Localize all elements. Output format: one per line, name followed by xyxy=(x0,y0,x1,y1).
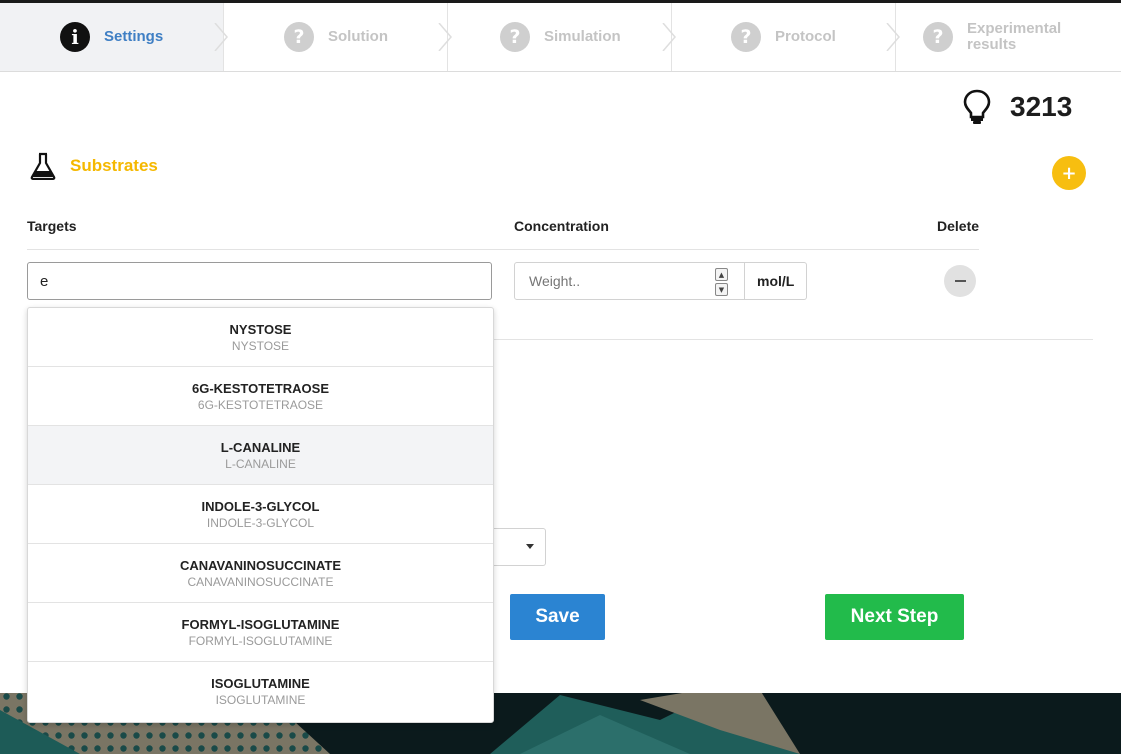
score-counter: 3213 xyxy=(962,88,1072,126)
dropdown-option[interactable]: CANAVANINOSUCCINATE CANAVANINOSUCCINATE xyxy=(28,544,493,603)
next-step-button[interactable]: Next Step xyxy=(825,594,964,640)
step-label: Settings xyxy=(104,28,164,45)
targets-column-header: Targets xyxy=(27,218,77,234)
lightbulb-icon xyxy=(963,89,991,124)
add-substrate-button[interactable]: + xyxy=(1052,156,1086,190)
option-name: 6G-KESTOTETRAOSE xyxy=(191,380,329,396)
option-subtitle: ISOGLUTAMINE xyxy=(215,692,306,707)
step-simulation[interactable]: ? Simulation xyxy=(448,3,676,71)
dropdown-option[interactable]: NYSTOSE NYSTOSE xyxy=(28,308,493,367)
option-name: NYSTOSE xyxy=(229,321,292,337)
chevron-right-icon xyxy=(438,23,452,51)
option-subtitle: CANAVANINOSUCCINATE xyxy=(187,574,334,589)
option-name: L-CANALINE xyxy=(220,439,301,455)
dropdown-option[interactable]: INDOLE-3-GLYCOL INDOLE-3-GLYCOL xyxy=(28,485,493,544)
substrates-header: Substrates xyxy=(30,152,158,180)
step-experimental-results[interactable]: ? Experimental results xyxy=(896,3,1121,71)
chevron-right-icon xyxy=(214,23,228,51)
step-label: Simulation xyxy=(544,28,621,45)
delete-row-button[interactable] xyxy=(944,265,976,297)
concentration-input[interactable] xyxy=(514,262,745,300)
counter-value: 3213 xyxy=(1010,91,1073,122)
step-label: Solution xyxy=(328,28,388,45)
flask-icon xyxy=(30,152,56,180)
save-button[interactable]: Save xyxy=(510,594,605,640)
dropdown-option[interactable]: FORMYL-ISOGLUTAMINE FORMYL-ISOGLUTAMINE xyxy=(28,603,493,662)
question-icon: ? xyxy=(923,22,953,52)
caret-down-icon xyxy=(526,544,534,549)
dropdown-option[interactable]: 6G-KESTOTETRAOSE 6G-KESTOTETRAOSE xyxy=(28,367,493,426)
option-subtitle: L-CANALINE xyxy=(225,456,296,471)
step-label: Experimental results xyxy=(967,20,1062,53)
step-solution[interactable]: ? Solution xyxy=(224,3,452,71)
option-name: INDOLE-3-GLYCOL xyxy=(201,498,320,514)
target-search-input[interactable] xyxy=(27,262,492,300)
concentration-column-header: Concentration xyxy=(514,218,609,234)
autocomplete-dropdown: NYSTOSE NYSTOSE 6G-KESTOTETRAOSE 6G-KEST… xyxy=(27,307,494,723)
option-subtitle: NYSTOSE xyxy=(231,338,290,353)
step-protocol[interactable]: ? Protocol xyxy=(672,3,900,71)
substrates-title: Substrates xyxy=(70,156,158,175)
option-subtitle: INDOLE-3-GLYCOL xyxy=(206,515,315,530)
divider xyxy=(27,249,979,250)
option-name: ISOGLUTAMINE xyxy=(211,675,310,691)
decrement-icon[interactable]: ▼ xyxy=(715,283,728,296)
dropdown-option[interactable]: L-CANALINE L-CANALINE xyxy=(28,426,493,485)
number-spinner[interactable]: ▲ ▼ xyxy=(715,268,728,296)
concentration-group: ▲ ▼ mol/L xyxy=(514,262,808,300)
delete-column-header: Delete xyxy=(937,218,980,234)
option-subtitle: FORMYL-ISOGLUTAMINE xyxy=(188,633,333,648)
question-icon: ? xyxy=(731,22,761,52)
option-name: CANAVANINOSUCCINATE xyxy=(179,557,342,573)
minus-icon xyxy=(954,280,966,282)
option-subtitle: 6G-KESTOTETRAOSE xyxy=(197,397,324,412)
question-icon: ? xyxy=(500,22,530,52)
question-icon: ? xyxy=(284,22,314,52)
dropdown-option[interactable]: ISOGLUTAMINE ISOGLUTAMINE xyxy=(28,662,493,720)
unit-label: mol/L xyxy=(745,262,808,300)
step-label: Protocol xyxy=(775,28,836,45)
increment-icon[interactable]: ▲ xyxy=(715,268,728,281)
plus-icon: + xyxy=(1061,162,1077,184)
option-name: FORMYL-ISOGLUTAMINE xyxy=(181,616,340,632)
step-settings[interactable]: i Settings xyxy=(0,3,228,71)
chevron-right-icon xyxy=(662,23,676,51)
wizard-steps: i Settings ? Solution ? Simulation ? Pro… xyxy=(0,3,1121,72)
info-icon: i xyxy=(60,22,90,52)
chevron-right-icon xyxy=(886,23,900,51)
